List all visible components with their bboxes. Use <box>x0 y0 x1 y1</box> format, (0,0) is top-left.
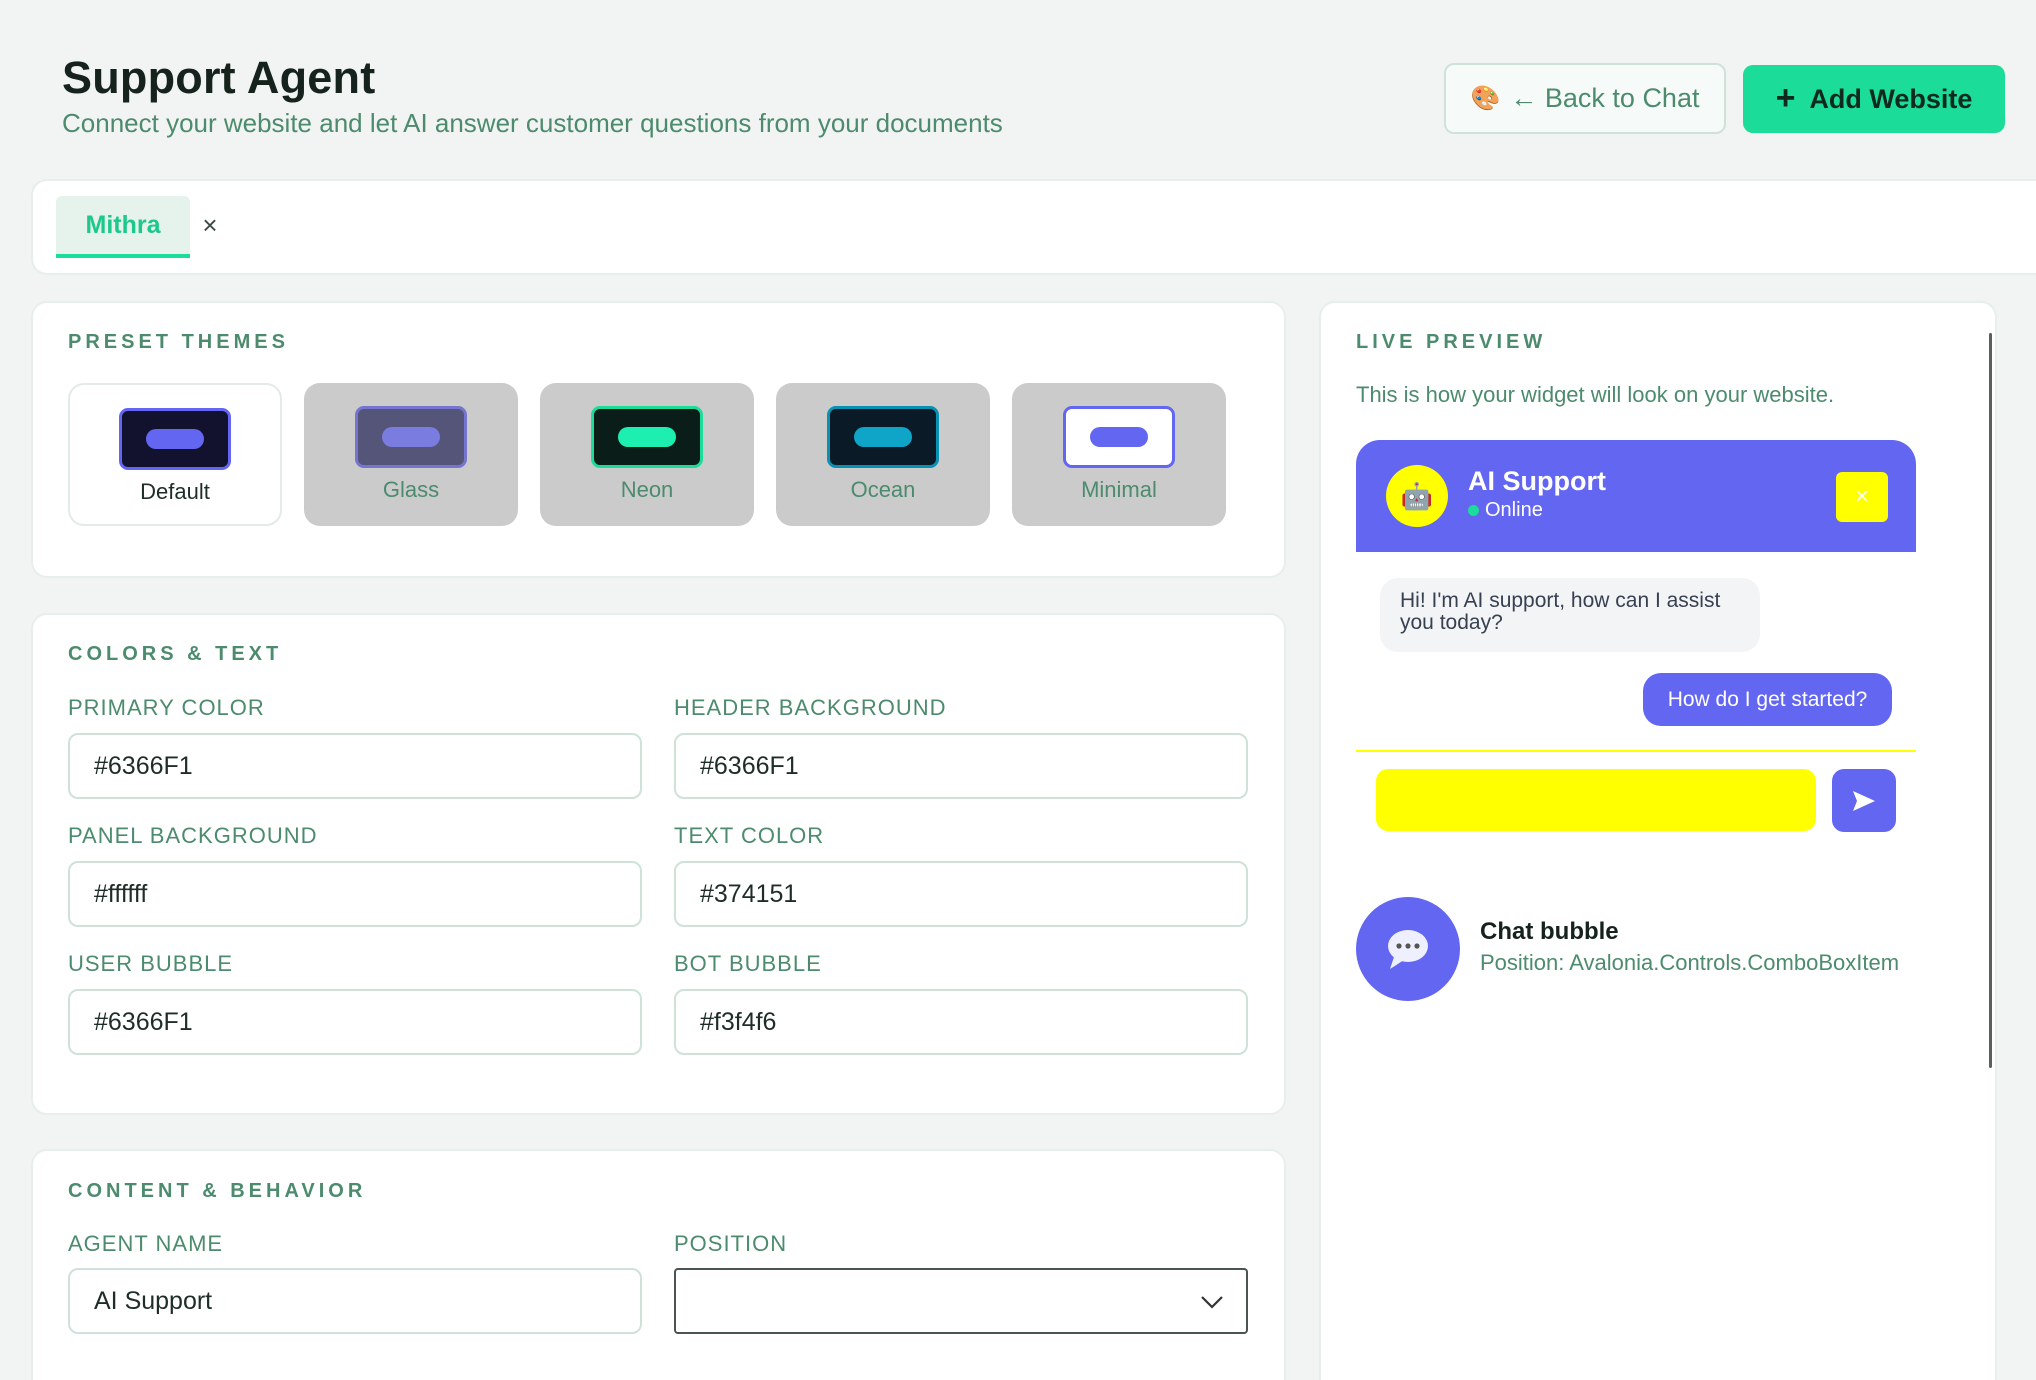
user-message-bubble: How do I get started? <box>1643 673 1892 726</box>
chat-bubble-position: Position: Avalonia.Controls.ComboBoxItem <box>1480 950 1900 975</box>
website-tabs-bar <box>31 179 2036 275</box>
bot-message-bubble: Hi! I'm AI support, how can I assist you… <box>1380 578 1760 652</box>
online-dot-icon <box>1468 505 1479 516</box>
bot-bubble-label: BOT BUBBLE <box>674 951 822 976</box>
page-subtitle: Connect your website and let AI answer c… <box>62 108 1003 138</box>
preset-theme-default[interactable]: Default <box>68 383 282 526</box>
live-preview-description: This is how your widget will look on you… <box>1356 382 1835 407</box>
back-to-chat-button[interactable]: 🎨 ← Back to Chat <box>1444 63 1726 134</box>
widget-bot-name: AI Support <box>1468 466 1606 496</box>
close-icon[interactable]: × <box>198 210 222 240</box>
widget-divider <box>1356 750 1916 752</box>
plus-icon: + <box>1775 78 1796 117</box>
primary-color-input[interactable] <box>68 733 642 799</box>
bot-bubble-input[interactable] <box>674 989 1248 1055</box>
back-to-chat-label: ← Back to Chat <box>1510 83 1700 113</box>
primary-color-label: PRIMARY COLOR <box>68 695 265 720</box>
preset-theme-neon[interactable]: Neon <box>540 383 754 526</box>
speech-bubble-icon <box>1388 930 1428 969</box>
theme-swatch <box>355 406 467 468</box>
palette-icon: 🎨 <box>1470 85 1501 112</box>
preset-theme-label: Default <box>140 479 210 504</box>
website-tab-mithra[interactable]: Mithra <box>56 196 190 258</box>
preset-theme-label: Ocean <box>850 477 916 502</box>
live-preview-title: LIVE PREVIEW <box>1356 331 1547 353</box>
theme-swatch <box>1063 406 1175 468</box>
widget-message-input[interactable] <box>1376 769 1816 831</box>
user-bubble-input[interactable] <box>68 989 642 1055</box>
preset-themes-title: PRESET THEMES <box>68 331 289 353</box>
panel-background-input[interactable] <box>68 861 642 927</box>
colors-text-title: COLORS & TEXT <box>68 643 283 665</box>
panel-background-label: PANEL BACKGROUND <box>68 823 318 848</box>
preset-theme-glass[interactable]: Glass <box>304 383 518 526</box>
preset-theme-label: Minimal <box>1081 477 1157 502</box>
preset-theme-minimal[interactable]: Minimal <box>1012 383 1226 526</box>
chat-bubble-title: Chat bubble <box>1480 918 1619 945</box>
position-label: POSITION <box>674 1231 788 1256</box>
header-background-input[interactable] <box>674 733 1248 799</box>
agent-name-input[interactable] <box>68 1268 642 1334</box>
preview-scrollbar[interactable] <box>1989 333 1992 1068</box>
support-agent-page: Support Agent Connect your website and l… <box>0 0 2036 1380</box>
page-title: Support Agent <box>62 52 376 103</box>
text-color-input[interactable] <box>674 861 1248 927</box>
robot-icon: 🤖 <box>1386 465 1448 527</box>
text-color-label: TEXT COLOR <box>674 823 825 848</box>
chat-bubble-launcher[interactable] <box>1356 897 1460 1001</box>
agent-name-label: AGENT NAME <box>68 1231 224 1256</box>
content-behavior-title: CONTENT & BEHAVIOR <box>68 1180 367 1202</box>
widget-close-button[interactable]: × <box>1836 472 1888 522</box>
theme-swatch <box>119 408 231 470</box>
widget-status: Online <box>1468 499 1543 522</box>
add-website-label: Add Website <box>1809 83 1973 114</box>
theme-swatch <box>591 406 703 468</box>
widget-status-label: Online <box>1485 499 1543 521</box>
position-select[interactable] <box>674 1268 1248 1334</box>
preset-theme-ocean[interactable]: Ocean <box>776 383 990 526</box>
preset-theme-label: Neon <box>620 477 674 502</box>
preset-theme-label: Glass <box>382 477 440 502</box>
header-background-label: HEADER BACKGROUND <box>674 695 947 720</box>
widget-send-button[interactable] <box>1832 769 1896 832</box>
send-icon <box>1853 790 1875 811</box>
add-website-button[interactable]: + Add Website <box>1743 65 2005 133</box>
user-bubble-label: USER BUBBLE <box>68 951 234 976</box>
theme-swatch <box>827 406 939 468</box>
chevron-down-icon <box>1201 1296 1223 1309</box>
